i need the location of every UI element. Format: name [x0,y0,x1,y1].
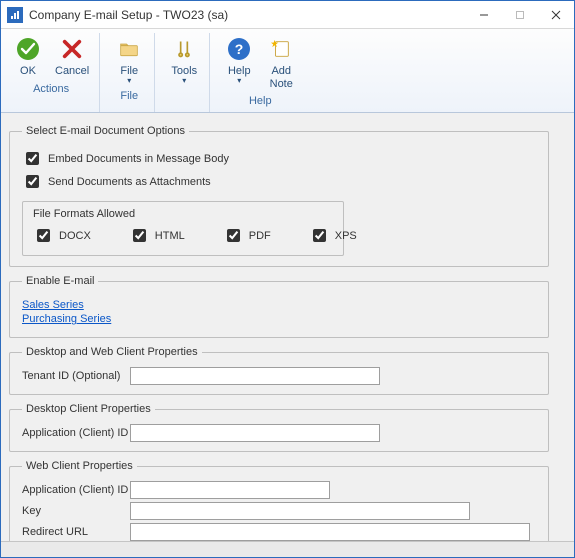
checkbox-embed-input[interactable] [26,152,39,165]
legend-doc-options: Select E-mail Document Options [22,125,189,137]
checkbox-attach[interactable]: Send Documents as Attachments [22,172,211,191]
minimize-button[interactable] [466,1,502,29]
ribbon: OK Cancel Actions [1,29,574,113]
legend-desktop-web: Desktop and Web Client Properties [22,346,202,358]
help-icon: ? [225,35,253,63]
checkbox-embed[interactable]: Embed Documents in Message Body [22,149,229,168]
file-formats-title: File Formats Allowed [33,208,333,220]
checkbox-attach-label: Send Documents as Attachments [48,176,211,188]
input-web-key[interactable] [130,502,470,520]
input-desktop-appid[interactable] [130,424,380,442]
titlebar: Company E-mail Setup - TWO23 (sa) [1,1,574,29]
ribbon-group-label-file: File [112,87,146,105]
group-desktop-client: Desktop Client Properties Application (C… [9,403,549,452]
ribbon-group-file: File ▾ File [108,33,155,112]
help-button[interactable]: ? Help ▾ [222,33,256,87]
input-web-redirect[interactable] [130,523,530,541]
ribbon-group-label-tools [167,87,201,105]
cancel-button[interactable]: Cancel [53,33,91,80]
ok-icon [14,35,42,63]
close-button[interactable] [538,1,574,29]
maximize-button[interactable] [502,1,538,29]
group-desktop-web: Desktop and Web Client Properties Tenant… [9,346,549,395]
add-note-button[interactable]: Add Note [264,33,298,92]
legend-web-client: Web Client Properties [22,460,137,472]
group-web-client: Web Client Properties Application (Clien… [9,460,549,541]
svg-text:?: ? [235,41,244,57]
checkbox-embed-label: Embed Documents in Message Body [48,153,229,165]
label-web-redirect: Redirect URL [22,526,130,538]
note-icon [267,35,295,63]
file-button[interactable]: File ▾ [112,33,146,87]
ribbon-group-label-help: Help [222,92,298,110]
checkbox-docx[interactable]: DOCX [33,226,91,245]
checkbox-xps[interactable]: XPS [309,226,357,245]
label-tenant-id: Tenant ID (Optional) [22,370,130,382]
checkbox-attach-input[interactable] [26,175,39,188]
window: Company E-mail Setup - TWO23 (sa) OK [0,0,575,558]
link-purchasing-series[interactable]: Purchasing Series [22,313,536,325]
ribbon-group-label-actions: Actions [11,80,91,98]
ribbon-group-help: ? Help ▾ Add Note Help [218,33,306,112]
ribbon-group-actions: OK Cancel Actions [7,33,100,112]
ribbon-group-tools: Tools ▾ [163,33,210,112]
chevron-down-icon: ▾ [127,77,131,85]
group-doc-options: Select E-mail Document Options Embed Doc… [9,125,549,267]
input-tenant-id[interactable] [130,367,380,385]
client-area: Select E-mail Document Options Embed Doc… [1,113,574,541]
status-bar [1,541,574,557]
checkbox-pdf[interactable]: PDF [223,226,271,245]
input-web-appid[interactable] [130,481,330,499]
file-formats-box: File Formats Allowed DOCX HTML PDF XPS [22,201,344,256]
chevron-down-icon: ▾ [237,77,241,85]
cancel-icon [58,35,86,63]
window-title: Company E-mail Setup - TWO23 (sa) [29,8,228,22]
legend-enable-email: Enable E-mail [22,275,98,287]
link-sales-series[interactable]: Sales Series [22,299,536,311]
legend-desktop-client: Desktop Client Properties [22,403,155,415]
label-desktop-appid: Application (Client) ID [22,427,130,439]
checkbox-html[interactable]: HTML [129,226,185,245]
group-enable-email: Enable E-mail Sales Series Purchasing Se… [9,275,549,338]
ok-button[interactable]: OK [11,33,45,80]
label-web-key: Key [22,505,130,517]
folder-icon [115,35,143,63]
tools-icon [170,35,198,63]
label-web-appid: Application (Client) ID [22,484,130,496]
app-icon [7,7,23,23]
tools-button[interactable]: Tools ▾ [167,33,201,87]
chevron-down-icon: ▾ [182,77,186,85]
